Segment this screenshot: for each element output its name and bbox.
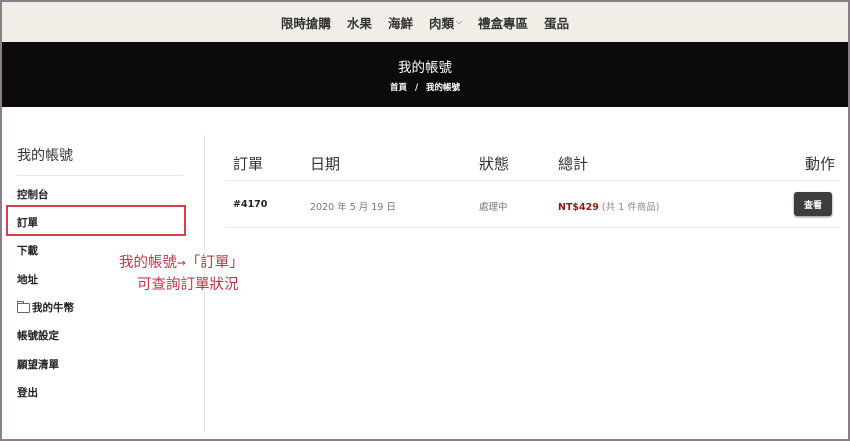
table-row-divider [226,227,839,228]
annotation-line-2: 可查詢訂單狀況 [137,277,239,293]
column-header-order: 訂單 [233,155,264,173]
column-header-date: 日期 [310,155,341,173]
nav-label: 蛋品 [544,15,570,31]
nav-label: 限時搶購 [280,15,331,31]
order-amount: NT$429 [558,202,599,213]
nav-item-flash-sale[interactable]: 限時搶購 [281,13,331,32]
view-order-button[interactable]: 查看 [794,192,832,216]
sidebar-item-account-settings[interactable]: 帳號設定 [17,328,59,343]
breadcrumb-home-link[interactable]: 首頁 [390,83,407,93]
page-title: 我的帳號 [398,60,452,76]
sidebar-heading: 我的帳號 [17,145,183,176]
account-sidebar: 我的帳號 [17,135,183,176]
sidebar-item-logout[interactable]: 登出 [17,385,38,400]
order-date: 2020 年 5 月 19 日 [310,202,396,213]
folder-icon [17,300,30,313]
order-item-count: (共 1 件商品) [601,202,660,213]
highlight-box [6,205,186,236]
nav-item-gift-box[interactable]: 禮盒專區 [478,13,528,32]
column-header-total: 總計 [558,155,589,173]
nav-item-meat[interactable]: 肉類 ⌵ [429,13,462,32]
sidebar-item-addresses[interactable]: 地址 [17,272,38,287]
top-navigation: 限時搶購 水果 海鮮 肉類 ⌵ 禮盒專區 蛋品 [2,2,848,42]
breadcrumb: 首頁 / 我的帳號 [2,81,848,93]
breadcrumb-separator: / [414,83,419,93]
nav-label: 肉類 [428,15,454,31]
table-header-divider [226,180,839,181]
annotation-line-1: 我的帳號→「訂單」 [119,255,244,271]
sidebar-item-dashboard[interactable]: 控制台 [17,187,49,202]
nav-item-eggs[interactable]: 蛋品 [544,13,569,32]
sidebar-item-wishlist[interactable]: 願望清單 [17,357,59,372]
order-total: NT$429 (共 1 件商品) [558,199,659,213]
column-header-status: 狀態 [479,155,510,173]
nav-item-seafood[interactable]: 海鮮 [388,13,413,32]
page-header-banner: 我的帳號 首頁 / 我的帳號 [2,42,848,107]
nav-label: 海鮮 [387,15,413,31]
sidebar-item-wallet[interactable]: 我的牛幣 [17,300,74,315]
column-header-action: 動作 [805,155,836,173]
sidebar-item-label: 我的牛幣 [32,302,74,314]
nav-label: 水果 [346,15,372,31]
breadcrumb-current: 我的帳號 [426,83,461,93]
sidebar-item-downloads[interactable]: 下載 [17,243,38,258]
nav-label: 禮盒專區 [478,15,529,31]
order-number-link[interactable]: #4170 [233,199,267,210]
order-status: 處理中 [479,202,508,213]
nav-item-fruit[interactable]: 水果 [347,13,372,32]
chevron-down-icon: ⌵ [455,17,463,26]
